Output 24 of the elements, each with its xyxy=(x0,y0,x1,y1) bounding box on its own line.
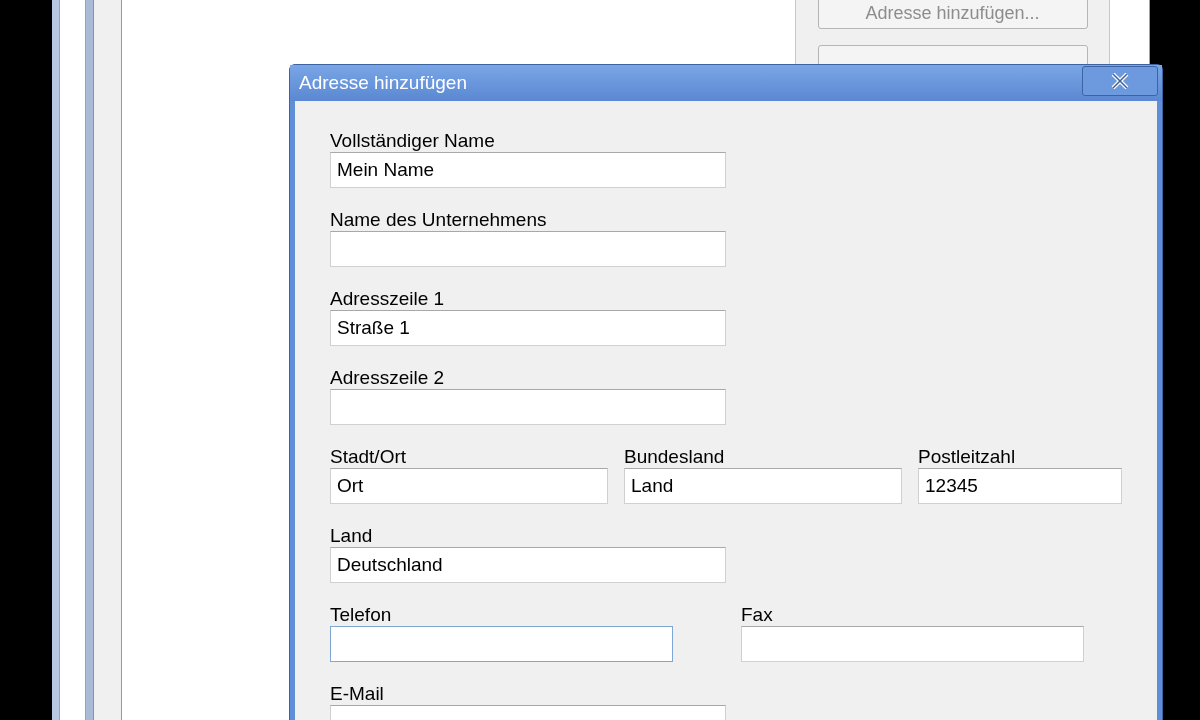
field-label: Telefon xyxy=(330,604,393,626)
input-field[interactable] xyxy=(330,231,726,267)
input-field[interactable]: Mein Name xyxy=(330,152,726,188)
field-label: E-Mail xyxy=(330,683,385,705)
field-label: Adresszeile 1 xyxy=(330,288,446,310)
field-label: Land xyxy=(330,525,374,547)
field-label: Stadt/Ort xyxy=(330,446,408,468)
field-label: Name des Unternehmens xyxy=(330,209,548,231)
field-label: Fax xyxy=(741,604,774,626)
input-field[interactable] xyxy=(330,626,673,662)
input-field[interactable] xyxy=(330,389,726,425)
close-button[interactable] xyxy=(1082,66,1158,96)
field-label: Postleitzahl xyxy=(918,446,1017,468)
dialog-title: Adresse hinzufügen xyxy=(299,70,467,95)
field-label: Vollständiger Name xyxy=(330,130,496,152)
input-field[interactable] xyxy=(741,626,1084,662)
close-icon xyxy=(1111,73,1129,89)
input-field[interactable]: Land xyxy=(624,468,902,504)
input-field[interactable]: Ort xyxy=(330,468,608,504)
field-label: Bundesland xyxy=(624,446,726,468)
input-field[interactable]: 12345 xyxy=(918,468,1122,504)
input-field[interactable]: Straße 1 xyxy=(330,310,726,346)
field-label: Adresszeile 2 xyxy=(330,367,446,389)
input-field[interactable]: Deutschland xyxy=(330,547,726,583)
